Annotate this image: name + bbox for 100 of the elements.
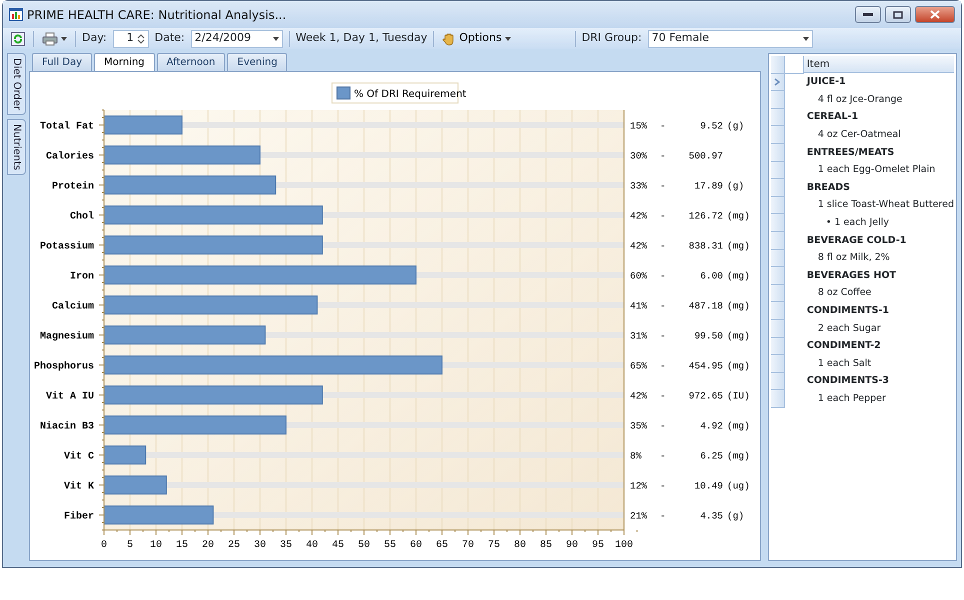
food-item[interactable]: 8 oz Coffee: [804, 286, 872, 301]
percent-value: 30%: [630, 150, 648, 162]
tick-label: 100: [615, 540, 633, 551]
row-selector[interactable]: [770, 214, 785, 232]
side-tab[interactable]: Nutrients: [7, 119, 26, 176]
close-button[interactable]: [915, 6, 955, 23]
row-selector[interactable]: [770, 91, 785, 109]
food-item[interactable]: 1 each Salt: [804, 356, 872, 372]
group-heading[interactable]: BEVERAGES HOT: [804, 268, 896, 284]
tick-label: 65: [436, 540, 448, 551]
unit-label: (ug): [727, 480, 750, 492]
row-selector[interactable]: [770, 302, 785, 320]
row-selector[interactable]: [770, 162, 785, 180]
tick-label: 20: [202, 540, 214, 551]
unit-label: (mg): [727, 360, 750, 372]
food-item[interactable]: 2 each Sugar: [804, 322, 881, 336]
caret-icon: [272, 36, 279, 40]
group-heading[interactable]: ENTREES/MEATS: [804, 146, 894, 160]
group-heading[interactable]: CONDIMENT-2: [804, 339, 881, 354]
column-header[interactable]: Item: [804, 56, 954, 74]
date-label: Date:: [154, 30, 185, 46]
food-item[interactable]: 1 each Egg-Omelet Plain: [804, 163, 936, 178]
row-selector[interactable]: [770, 126, 785, 144]
amount-value: 10.49: [694, 480, 723, 492]
category-label: Total Fat: [40, 122, 94, 132]
unit-label: (mg): [727, 270, 750, 282]
category-label: Chol: [70, 212, 94, 222]
tick-label: 5: [127, 540, 133, 551]
group-heading[interactable]: BREADS: [804, 180, 850, 196]
tick-label: 0: [101, 540, 107, 551]
category-label: Niacin B3: [40, 422, 94, 432]
options-button[interactable]: Options: [440, 30, 513, 47]
food-item[interactable]: 1 slice Toast-Wheat Buttered: [804, 198, 954, 213]
row-selector[interactable]: [770, 355, 785, 373]
amount-value: 17.89: [694, 180, 723, 192]
tick-label: 15: [176, 540, 188, 551]
minimize-icon: [863, 12, 873, 16]
percent-value: 65%: [630, 360, 648, 372]
day-label: Day:: [82, 30, 107, 46]
date-dropdown[interactable]: 2/24/2009: [190, 30, 283, 48]
dash-text: -: [660, 270, 666, 282]
row-selector[interactable]: [770, 179, 785, 197]
tab[interactable]: Afternoon: [156, 53, 226, 71]
group-heading[interactable]: JUICE-1: [804, 75, 846, 90]
print-button[interactable]: [40, 32, 69, 46]
category-label: Vit C: [64, 452, 94, 462]
tick-label: 50: [358, 540, 370, 551]
row-selector[interactable]: [770, 390, 785, 408]
tick-label: 60: [410, 540, 422, 551]
dash-text: -: [660, 120, 666, 132]
category-label: Vit A IU: [46, 392, 94, 402]
header-corner: [770, 56, 785, 74]
row-selector[interactable]: [770, 320, 785, 338]
tick-label: 85: [540, 540, 552, 551]
food-item[interactable]: • 1 each Jelly: [804, 216, 890, 230]
row-selector[interactable]: [770, 232, 785, 250]
tick-label: 90: [566, 540, 578, 551]
unit-label: (mg): [727, 300, 750, 312]
row-selector[interactable]: [770, 372, 785, 390]
spin-arrows-icon[interactable]: [136, 32, 145, 44]
tick-label: 10: [150, 540, 162, 551]
food-item[interactable]: 4 fl oz Jce-Orange: [804, 92, 902, 108]
side-tab[interactable]: Diet Order: [7, 53, 26, 116]
caret-icon: [61, 36, 67, 40]
dri-group-dropdown[interactable]: 70 Female: [648, 30, 813, 48]
food-item[interactable]: 4 oz Cer-Oatmeal: [804, 128, 901, 142]
food-item[interactable]: 8 fl oz Milk, 2%: [804, 251, 890, 266]
unit-label: (mg): [727, 210, 750, 222]
tab[interactable]: Morning: [94, 53, 155, 71]
refresh-icon: [11, 32, 25, 46]
unit-label: (mg): [727, 450, 750, 462]
row-selector[interactable]: [770, 108, 785, 126]
unit-label: (mg): [727, 420, 750, 432]
refresh-button[interactable]: [9, 32, 27, 46]
group-heading[interactable]: CEREAL-1: [804, 110, 858, 125]
row-selector[interactable]: [770, 284, 785, 302]
row-selector[interactable]: [770, 267, 785, 285]
category-label: Magnesium: [40, 332, 94, 342]
category-label: Vit K: [64, 482, 94, 492]
category-label: Calories: [46, 152, 94, 162]
group-heading[interactable]: CONDIMENTS-1: [804, 304, 890, 318]
category-label: Calcium: [52, 302, 94, 312]
maximize-button[interactable]: [885, 6, 911, 23]
group-heading[interactable]: CONDIMENTS-3: [804, 374, 890, 389]
window-title: PRIME HEALTH CARE: Nutritional Analysis...: [27, 6, 286, 24]
row-selector[interactable]: [770, 196, 785, 214]
day-spin-field[interactable]: 1: [112, 30, 149, 48]
tab[interactable]: Evening: [227, 53, 288, 71]
minimize-button[interactable]: [855, 6, 881, 23]
dash-text: -: [660, 300, 666, 312]
tick-label: 70: [462, 540, 474, 551]
dash-text: -: [660, 390, 666, 402]
maximize-icon: [893, 10, 903, 18]
row-selector[interactable]: [770, 250, 785, 268]
tab[interactable]: Full Day: [32, 53, 92, 71]
row-selector[interactable]: [770, 74, 785, 92]
row-selector[interactable]: [770, 144, 785, 162]
food-item[interactable]: 1 each Pepper: [804, 392, 886, 406]
row-selector[interactable]: [770, 338, 785, 356]
group-heading[interactable]: BEVERAGE COLD-1: [804, 234, 906, 248]
